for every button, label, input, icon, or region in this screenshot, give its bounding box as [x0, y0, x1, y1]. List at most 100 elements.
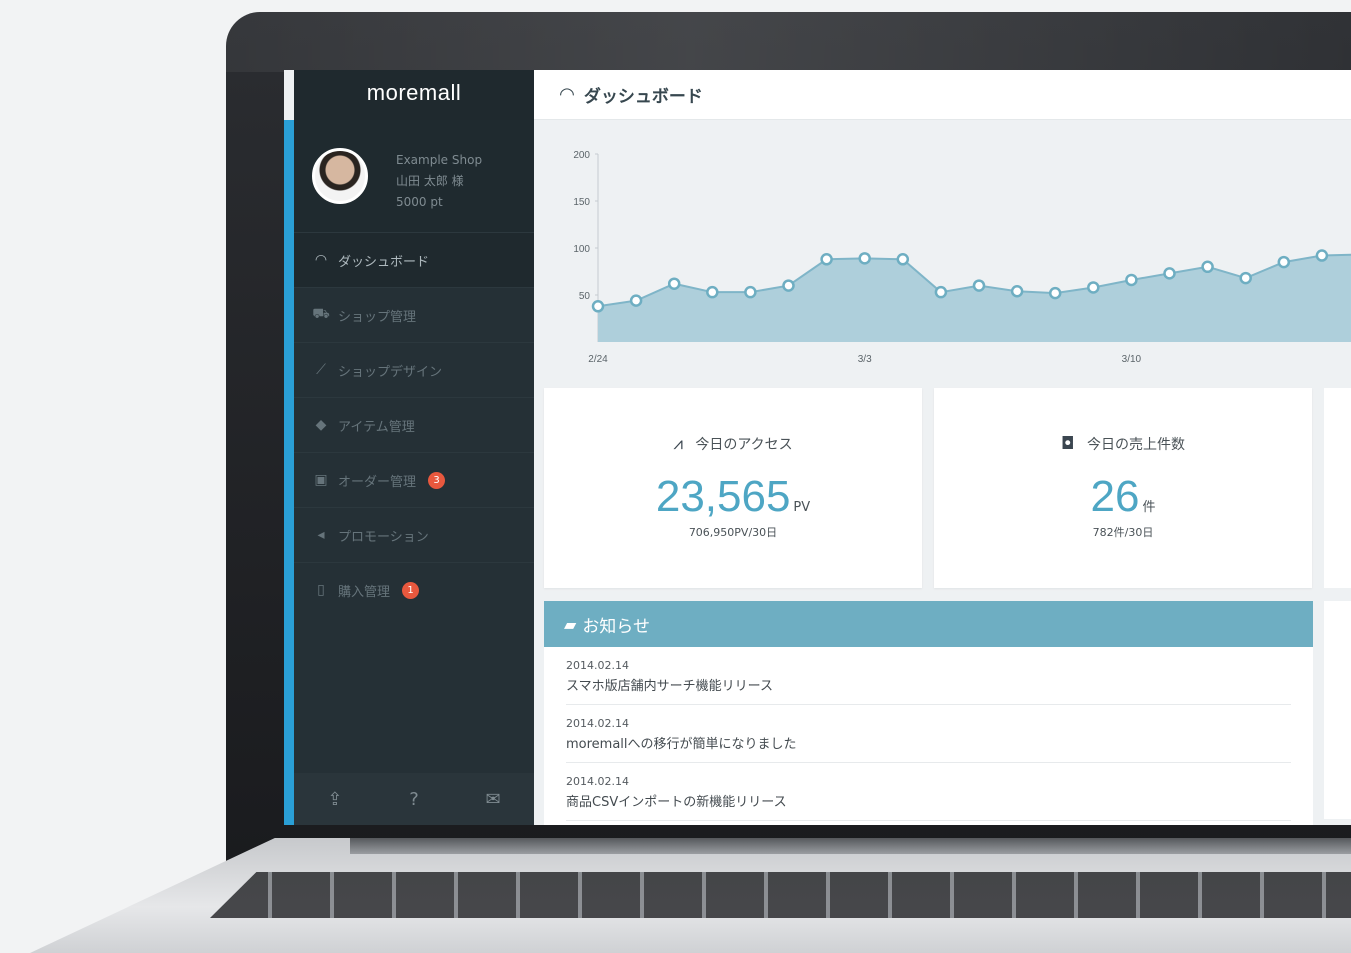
- sidebar-footer: ⇪ ? ✉: [294, 773, 534, 825]
- side-panel-partial: [1324, 601, 1351, 819]
- notice-text[interactable]: スマホ版店舗内サーチ機能リリース: [566, 675, 1291, 694]
- data-point: [820, 253, 833, 266]
- cart-icon: ⛟: [312, 306, 330, 322]
- stat-card-access: ⩘ 今日のアクセス 23,565 PV 706,950PV/30日: [544, 388, 922, 588]
- notice-title: お知らせ: [582, 616, 650, 637]
- brand-logo[interactable]: moremall: [294, 70, 534, 120]
- laptop-keyboard: [210, 872, 1351, 918]
- data-point: [706, 285, 719, 299]
- data-point: [667, 277, 681, 290]
- notice-item[interactable]: 2014.02.14 moremallへの移行が簡単になりました: [566, 705, 1291, 763]
- sidebar-item-shop-design[interactable]: ⟋ ショップデザイン: [294, 342, 534, 397]
- data-point: [1201, 260, 1214, 274]
- y-tick-label: 150: [573, 197, 590, 208]
- notice-date: 2014.02.14: [566, 717, 629, 730]
- owner-name: 山田 太郎 様: [396, 174, 464, 188]
- accent-strip: [284, 120, 294, 825]
- profile-info: Example Shop 山田 太郎 様 5000 pt: [396, 150, 482, 213]
- sidebar: moremall Example Shop 山田 太郎 様 5000 pt ◠ …: [294, 70, 542, 825]
- app-screen: moremall Example Shop 山田 太郎 様 5000 pt ◠ …: [284, 70, 1351, 825]
- purchase-count-badge: 1: [402, 581, 420, 599]
- access-chart: 200 150 100 50 2/24 3/3 3/10: [534, 122, 1351, 380]
- data-point: [782, 279, 795, 292]
- brush-icon: ⟋: [316, 362, 326, 378]
- sidebar-item-label: ダッシュボード: [338, 254, 430, 270]
- help-icon[interactable]: ?: [409, 789, 419, 810]
- sidebar-item-shop-management[interactable]: ⛟ ショップ管理: [294, 287, 534, 342]
- share-icon[interactable]: ⇪: [327, 789, 342, 810]
- y-tick-label: 100: [573, 244, 590, 255]
- trend-icon: ⩘: [673, 434, 683, 454]
- data-point: [744, 285, 757, 299]
- data-point: [1239, 271, 1252, 285]
- stat-title-text: 今日の売上件数: [1086, 437, 1185, 453]
- data-point: [1163, 267, 1176, 280]
- stat-number: 23,565: [655, 472, 791, 521]
- stat-subtext: 782件/30日: [1092, 526, 1154, 539]
- sidebar-item-promotion[interactable]: ◂ プロモーション: [294, 507, 534, 562]
- tag-icon: ◆: [315, 417, 327, 433]
- main-content: ◠ ダッシュボード 200 150 100 50 2/24 3/3 3/10 ⩘ 今日のアク…: [534, 70, 1351, 825]
- stat-subtext: 706,950PV/30日: [688, 526, 778, 539]
- data-point: [591, 300, 605, 313]
- notice-item[interactable]: 2014.02.14 商品CSVインポートの新機能リリース: [566, 763, 1291, 821]
- sidebar-item-label: アイテム管理: [338, 419, 415, 435]
- sidebar-item-purchase-management[interactable]: ▯ 購入管理 1: [294, 562, 534, 617]
- stat-title-text: 今日のアクセス: [695, 437, 793, 453]
- bag-icon: ◘: [1061, 434, 1075, 454]
- sidebar-item-label: オーダー管理: [338, 474, 417, 490]
- order-count-badge: 3: [428, 471, 446, 489]
- laptop-hinge: [350, 838, 1351, 854]
- lid-reflection: [226, 12, 1351, 72]
- data-point: [1087, 281, 1100, 294]
- sidebar-item-item-management[interactable]: ◆ アイテム管理: [294, 397, 534, 452]
- data-point: [1277, 255, 1291, 269]
- mail-icon[interactable]: ✉: [486, 789, 501, 810]
- notice-item[interactable]: 2014.02.14 スマホ版店舗内サーチ機能リリース: [566, 647, 1291, 705]
- notice-date: 2014.02.14: [566, 775, 629, 788]
- data-point: [972, 279, 986, 292]
- data-point: [1315, 249, 1329, 262]
- page-title: ダッシュボード: [583, 87, 703, 107]
- speedometer-icon: ◠: [314, 252, 328, 268]
- data-point: [934, 285, 948, 299]
- notice-date: 2014.02.14: [566, 659, 629, 672]
- data-point: [1010, 284, 1024, 298]
- stat-number: 26: [1090, 472, 1140, 521]
- chart-svg: 200 150 100 50 2/24 3/3 3/10: [573, 150, 1351, 365]
- x-tick-label: 3/3: [858, 354, 872, 365]
- stat-unit: PV: [793, 500, 811, 515]
- notice-text[interactable]: 商品CSVインポートの新機能リリース: [566, 791, 1291, 810]
- basket-icon: ▣: [314, 472, 328, 488]
- sidebar-item-dashboard[interactable]: ◠ ダッシュボード: [294, 232, 542, 287]
- stat-value: 23,565 PV: [544, 472, 922, 522]
- sidebar-item-label: 購入管理: [338, 584, 391, 600]
- receipt-icon: ▯: [317, 582, 325, 598]
- page-header: ◠ ダッシュボード: [534, 70, 1351, 120]
- data-point: [1048, 286, 1062, 300]
- data-point: [896, 253, 910, 266]
- speedometer-icon: ◠: [560, 84, 574, 105]
- x-tick-label: 3/10: [1122, 354, 1142, 365]
- stat-card-sales: ◘ 今日の売上件数 26 件 782件/30日: [934, 388, 1312, 588]
- stat-title: ⩘ 今日のアクセス: [544, 434, 922, 454]
- data-point: [1125, 273, 1138, 287]
- stat-title: ◘ 今日の売上件数: [934, 434, 1312, 454]
- data-point: [858, 252, 871, 265]
- point-balance: 5000 pt: [396, 195, 443, 209]
- shop-name: Example Shop: [396, 153, 483, 167]
- megaphone-icon: ◂: [317, 527, 325, 543]
- avatar[interactable]: [312, 148, 368, 204]
- data-point: [629, 294, 643, 307]
- user-profile[interactable]: Example Shop 山田 太郎 様 5000 pt: [294, 120, 534, 232]
- stat-unit: 件: [1142, 500, 1156, 515]
- y-tick-label: 50: [579, 291, 591, 302]
- sidebar-item-label: ショップ管理: [338, 309, 417, 325]
- y-tick-label: 200: [573, 150, 590, 161]
- stat-card-partial: [1324, 388, 1351, 588]
- stat-value: 26 件: [934, 472, 1312, 522]
- notice-text[interactable]: moremallへの移行が簡単になりました: [566, 733, 1291, 752]
- sidebar-item-order-management[interactable]: ▣ オーダー管理 3: [294, 452, 534, 507]
- notice-header: ▰ お知らせ: [544, 601, 1313, 647]
- x-tick-label: 2/24: [588, 354, 608, 365]
